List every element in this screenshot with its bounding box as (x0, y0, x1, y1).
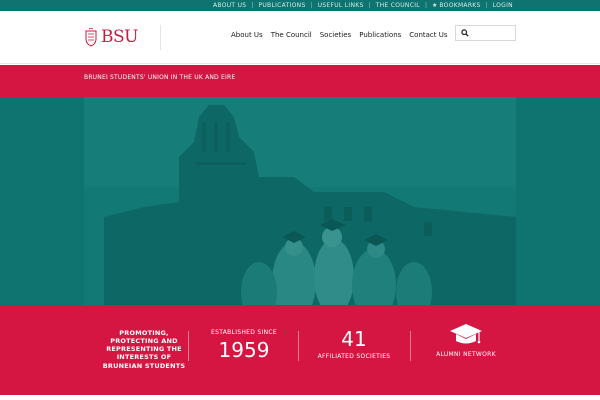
utility-link-publications[interactable]: PUBLICATIONS (258, 2, 305, 9)
societies-count: 41 (341, 327, 367, 351)
separator: | (310, 2, 313, 9)
page-bottom (0, 395, 600, 400)
logo-text: BSU (101, 26, 138, 47)
separator: | (368, 2, 371, 9)
nav-about-us[interactable]: About Us (231, 31, 263, 39)
site-logo[interactable]: BSU (84, 26, 138, 48)
alumni-network-link[interactable]: ALUMNI NETWORK (422, 305, 510, 395)
nav-societies[interactable]: Societies (320, 31, 351, 39)
search-box[interactable] (455, 25, 516, 41)
logo-divider (160, 25, 161, 50)
separator: | (251, 2, 254, 9)
nav-the-council[interactable]: The Council (271, 31, 312, 39)
societies-label: AFFILIATED SOCIETIES (317, 353, 391, 360)
utility-link-useful-links[interactable]: USEFUL LINKS (318, 2, 364, 9)
mission-statement: PROMOTING, PROTECTING AND REPRESENTING T… (102, 329, 186, 370)
established-year: 1959 (218, 338, 270, 362)
nav-publications[interactable]: Publications (359, 31, 401, 39)
utility-link-bookmarks[interactable]: BOOKMARKS (439, 2, 480, 9)
hero-photo (84, 97, 516, 305)
star-icon: ★ (431, 2, 438, 9)
established-label: ESTABLISHED SINCE (211, 329, 277, 336)
tagline-text: BRUNEI STUDENTS' UNION IN THE UK AND EIR… (84, 74, 236, 81)
hero-banner (0, 97, 600, 305)
site-header: BSU About Us The Council Societies Publi… (0, 11, 600, 64)
stats-band: PROMOTING, PROTECTING AND REPRESENTING T… (0, 305, 600, 395)
divider (188, 331, 189, 361)
separator: | (485, 2, 488, 9)
societies-stat[interactable]: 41 AFFILIATED SOCIETIES (310, 305, 398, 395)
crest-logo-icon (85, 27, 97, 47)
search-icon[interactable] (461, 29, 469, 37)
established-stat: ESTABLISHED SINCE 1959 (200, 305, 288, 395)
search-input[interactable] (472, 28, 514, 38)
top-utility-bar: ABOUT US | PUBLICATIONS | USEFUL LINKS |… (0, 0, 600, 11)
utility-link-the-council[interactable]: THE COUNCIL (376, 2, 420, 9)
tagline-band: BRUNEI STUDENTS' UNION IN THE UK AND EIR… (0, 65, 600, 97)
utility-nav: ABOUT US | PUBLICATIONS | USEFUL LINKS |… (213, 0, 513, 11)
main-nav: About Us The Council Societies Publicati… (231, 30, 448, 40)
divider (298, 331, 299, 361)
nav-contact-us[interactable]: Contact Us (409, 31, 447, 39)
graduation-cap-icon (450, 324, 482, 344)
utility-link-login[interactable]: LOGIN (493, 2, 513, 9)
utility-link-about-us[interactable]: ABOUT US (213, 2, 246, 9)
alumni-label: ALUMNI NETWORK (436, 351, 496, 358)
separator: | (424, 2, 427, 9)
divider (410, 331, 411, 361)
